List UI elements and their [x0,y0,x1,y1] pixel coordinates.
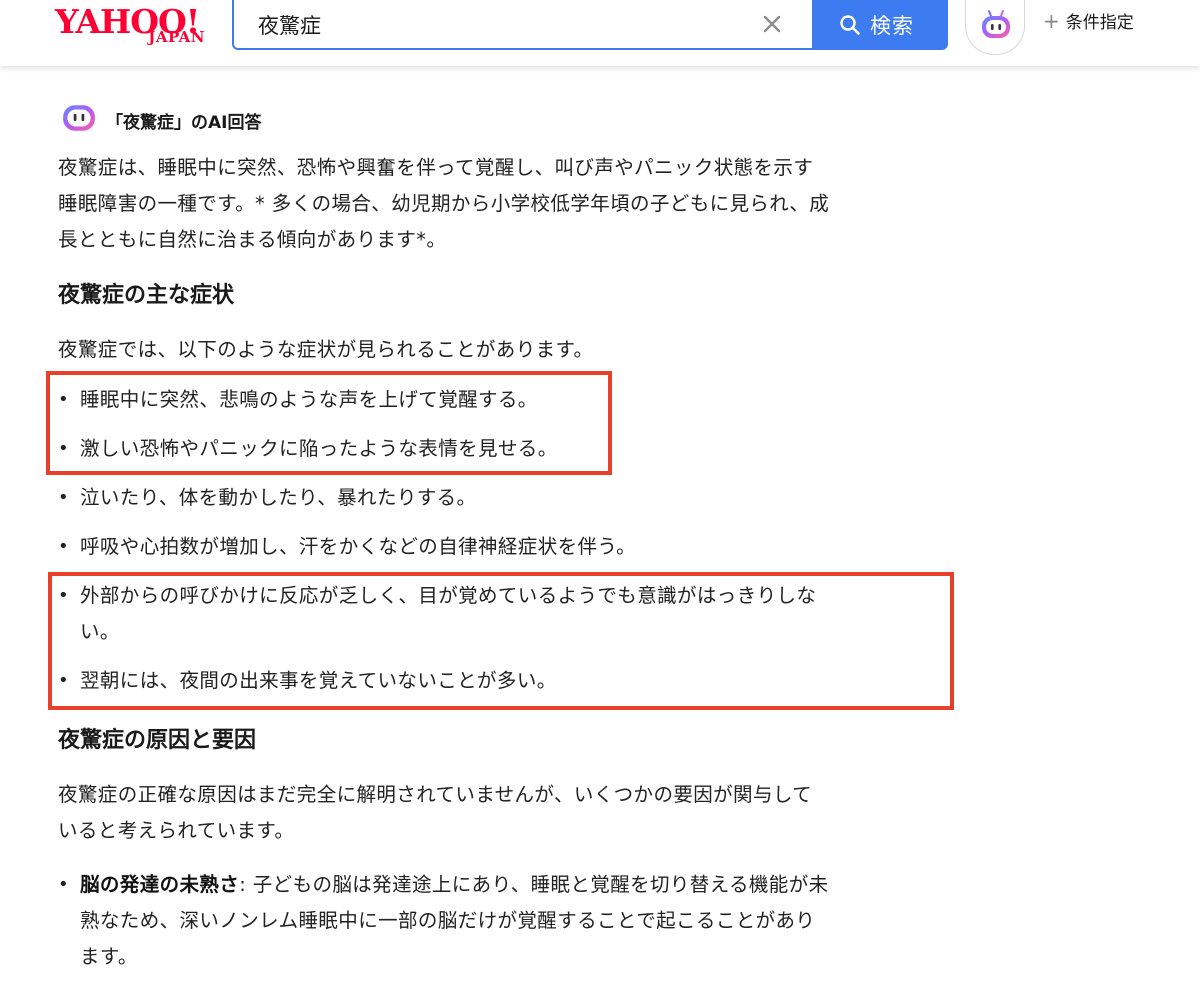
symptoms-lead: 夜驚症では、以下のような症状が見られることがあります。 [58,338,594,361]
list-item: 激しい恐怖やパニックに陥ったような表情を見せる。 [58,431,918,467]
intro-paragraph: 夜驚症は、睡眠中に突然、恐怖や興奮を伴って覚醒し、叫び声やパニック状態を示す 睡… [58,150,918,258]
logo-sub-text: JAPAN [148,28,205,46]
ai-answer-section: 「夜驚症」のAI回答 夜驚症は、睡眠中に突然、恐怖や興奮を伴って覚醒し、叫び声や… [58,96,918,975]
symptoms-list: 睡眠中に突然、悲鳴のような声を上げて覚醒する。 激しい恐怖やパニックに陥ったよう… [58,382,918,699]
list-item-line: 外部からの呼びかけに反応が乏しく、目が覚めているようでも意識がはっきりしな [80,584,817,607]
conditions-link[interactable]: + 条件指定 [1043,8,1134,33]
cause-text: : 子どもの脳は発達途上にあり、睡眠と覚醒を切り替える機能が未 [239,873,829,896]
intro-line: 夜驚症は、睡眠中に突然、恐怖や興奮を伴って覚醒し、叫び声やパニック状態を示す [58,156,814,179]
list-item: 脳の発達の未熟さ: 子どもの脳は発達途上にあり、睡眠と覚醒を切り替える機能が未 … [58,867,918,975]
conditions-label: 条件指定 [1065,13,1134,33]
causes-lead-line: 夜驚症の正確な原因はまだ完全に解明されていませんが、いくつかの要因が関与して [58,783,813,806]
causes-lead: 夜驚症の正確な原因はまだ完全に解明されていませんが、いくつかの要因が関与して い… [58,777,918,849]
search-icon [840,15,860,35]
list-item: 泣いたり、体を動かしたり、暴れたりする。 [58,480,918,516]
ai-assistant-icon [982,10,1010,38]
list-item: 外部からの呼びかけに反応が乏しく、目が覚めているようでも意識がはっきりしな い。 [58,578,918,650]
list-item-line: い。 [80,620,120,643]
intro-line: 睡眠障害の一種です。* 多くの場合、幼児期から小学校低学年頃の子どもに見られ、成 [58,192,830,215]
ai-answer-header: 「夜驚症」のAI回答 [58,96,918,138]
ai-answer-title: 「夜驚症」のAI回答 [106,113,262,133]
search-button[interactable]: 検索 [814,0,948,50]
list-item: 呼吸や心拍数が増加し、汗をかくなどの自律神経症状を伴う。 [58,529,918,565]
causes-heading: 夜驚症の原因と要因 [58,728,257,753]
cause-term: 脳の発達の未熟さ [80,873,240,896]
header: YAHOO! JAPAN 検索 [0,0,1200,66]
cause-text: 熟なため、深いノンレム睡眠中に一部の脳だけが覚醒することで起こることがあり [80,909,816,932]
list-item: 睡眠中に突然、悲鳴のような声を上げて覚醒する。 [58,382,918,418]
plus-icon: + [1043,9,1060,33]
causes-list: 脳の発達の未熟さ: 子どもの脳は発達途上にあり、睡眠と覚醒を切り替える機能が未 … [58,867,918,975]
search-box [232,0,814,50]
symptoms-heading: 夜驚症の主な症状 [58,283,235,308]
ai-assistant-icon [63,105,95,131]
causes-lead-line: いると考えられています。 [58,819,295,842]
list-item: 翌朝には、夜間の出来事を覚えていないことが多い。 [58,663,918,699]
yahoo-japan-logo[interactable]: YAHOO! JAPAN [55,2,213,50]
cause-text: ます。 [80,945,138,968]
intro-line: 長とともに自然に治まる傾向があります*。 [58,228,447,251]
search-button-label: 検索 [870,14,914,38]
search-input[interactable] [256,6,740,44]
ai-assistant-button[interactable] [965,0,1025,55]
clear-icon[interactable] [759,11,785,37]
